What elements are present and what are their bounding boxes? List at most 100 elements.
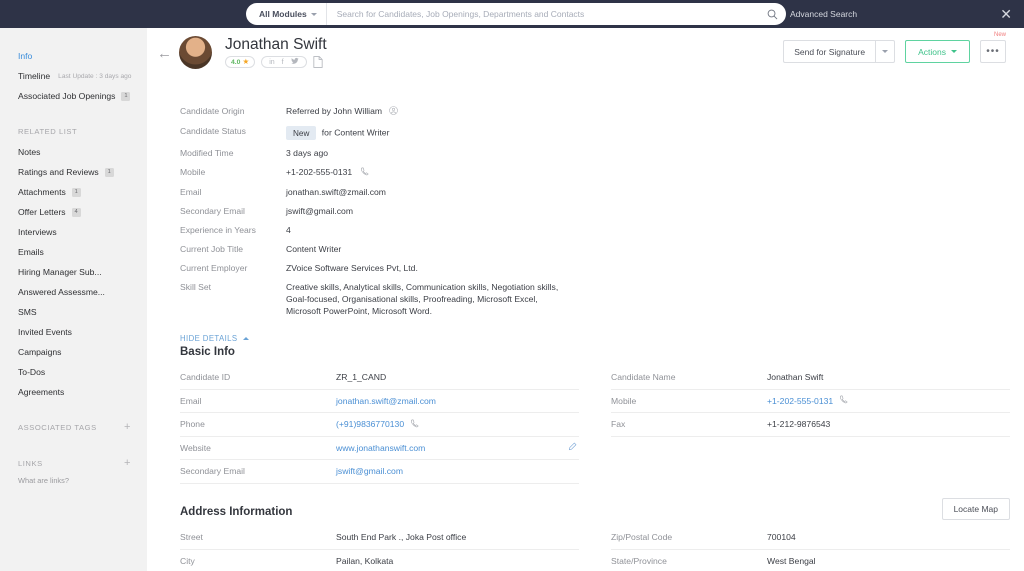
facebook-icon[interactable]: f (282, 59, 284, 66)
field-value: South End Park ., Joka Post office (336, 532, 466, 542)
detail-label: Candidate Status (180, 126, 286, 140)
field-value-website-link[interactable]: www.jonathanswift.com (336, 443, 425, 453)
send-for-signature-button[interactable]: Send for Signature (783, 40, 875, 63)
advanced-search-link[interactable]: Advanced Search (790, 0, 857, 28)
sidebar-item-sms[interactable]: SMS (0, 302, 147, 322)
origin-referrer: by John William (322, 106, 382, 116)
page-title: Jonathan Swift (225, 36, 327, 54)
field-row-phone: Phone (+91)9836770130 (180, 413, 579, 437)
field-row-fax: Fax +1-212-9876543 (611, 413, 1010, 437)
send-for-signature-dropdown-toggle[interactable] (875, 40, 895, 63)
field-row-website: Website www.jonathanswift.com (180, 437, 579, 461)
sidebar-item-info[interactable]: Info (0, 46, 147, 66)
sidebar-item-timeline[interactable]: Timeline Last Update : 3 days ago (0, 66, 147, 86)
field-value-mobile-link[interactable]: +1-202-555-0131 (767, 396, 833, 406)
sidebar-item-label: Emails (18, 247, 44, 257)
field-value-email-link[interactable]: jonathan.swift@zmail.com (336, 396, 436, 406)
detail-row-candidate-origin: Candidate Origin Referred by John Willia… (180, 106, 600, 119)
sidebar-item-interviews[interactable]: Interviews (0, 222, 147, 242)
detail-row-experience-in-years: Experience in Years 4 (180, 225, 600, 237)
detail-row-current-job-title: Current Job Title Content Writer (180, 244, 600, 256)
sidebar-item-label: Invited Events (18, 327, 72, 337)
field-row-candidate-id: Candidate ID ZR_1_CAND (180, 366, 579, 390)
actions-button[interactable]: Actions (905, 40, 970, 63)
star-icon: ★ (242, 58, 249, 66)
detail-value: 4 (286, 225, 291, 237)
phone-icon[interactable] (839, 395, 848, 406)
chevron-down-icon (951, 50, 957, 53)
more-options-button[interactable]: ••• (980, 40, 1006, 63)
basic-info-left-column: Candidate ID ZR_1_CAND Email jonathan.sw… (180, 366, 579, 484)
address-left-column: Street South End Park ., Joka Post offic… (180, 526, 579, 571)
field-label: Email (180, 396, 336, 406)
field-label: Website (180, 443, 336, 453)
global-topbar: All Modules Advanced Search ✕ (0, 0, 1024, 28)
sidebar-item-to-dos[interactable]: To-Dos (0, 362, 147, 382)
search-input[interactable] (327, 9, 758, 19)
sidebar-item-campaigns[interactable]: Campaigns (0, 342, 147, 362)
detail-label: Current Job Title (180, 244, 286, 256)
phone-icon[interactable] (410, 419, 419, 430)
sidebar-item-associated-job-openings[interactable]: Associated Job Openings 1 (0, 86, 147, 106)
module-filter-dropdown[interactable]: All Modules (246, 3, 327, 25)
field-value: 700104 (767, 532, 796, 542)
locate-map-button[interactable]: Locate Map (942, 498, 1010, 520)
linkedin-icon[interactable]: in (269, 59, 274, 66)
sidebar-item-badge: 1 (105, 168, 114, 177)
rating-badge[interactable]: 4.0 ★ (225, 56, 255, 68)
address-info-grid: Street South End Park ., Joka Post offic… (180, 526, 1010, 571)
field-value: Jonathan Swift (767, 372, 823, 382)
sidebar-item-label: Ratings and Reviews (18, 167, 99, 177)
detail-label: Current Employer (180, 263, 286, 275)
address-right-column: Zip/Postal Code 700104 State/Province We… (611, 526, 1010, 571)
phone-icon[interactable] (360, 168, 369, 178)
status-badge[interactable]: New (286, 126, 316, 140)
sidebar-item-label: Interviews (18, 227, 57, 237)
search-icon[interactable] (758, 9, 786, 20)
sidebar-item-emails[interactable]: Emails (0, 242, 147, 262)
detail-label: Candidate Origin (180, 106, 286, 119)
edit-pencil-icon[interactable] (568, 442, 577, 453)
sidebar-item-agreements[interactable]: Agreements (0, 382, 147, 402)
sidebar-section-related-list: RELATED LIST (0, 120, 147, 142)
hide-details-toggle[interactable]: HIDE DETAILS (180, 334, 249, 343)
sidebar-item-label: Attachments (18, 187, 66, 197)
detail-row-modified-time: Modified Time 3 days ago (180, 148, 600, 160)
add-tag-plus-icon[interactable]: + (124, 422, 131, 433)
sidebar-item-ratings-and-reviews[interactable]: Ratings and Reviews 1 (0, 162, 147, 182)
detail-row-current-employer: Current Employer ZVoice Software Service… (180, 263, 600, 275)
sidebar-item-hiring-manager-submissions[interactable]: Hiring Manager Sub... (0, 262, 147, 282)
module-filter-label: All Modules (259, 9, 307, 19)
links-header: LINKS (18, 459, 43, 468)
detail-row-mobile: Mobile +1-202-555-0131 (180, 167, 600, 180)
basic-info-grid: Candidate ID ZR_1_CAND Email jonathan.sw… (180, 366, 1010, 484)
resume-document-icon[interactable] (313, 56, 323, 68)
field-label: Secondary Email (180, 466, 336, 476)
field-value-secondary-email-link[interactable]: jswift@gmail.com (336, 466, 403, 476)
detail-value: Content Writer (286, 244, 341, 256)
detail-label: Email (180, 187, 286, 199)
sidebar-item-offer-letters[interactable]: Offer Letters 4 (0, 202, 147, 222)
twitter-icon[interactable] (291, 57, 299, 67)
field-row-secondary-email: Secondary Email jswift@gmail.com (180, 460, 579, 484)
add-link-plus-icon[interactable]: + (124, 458, 131, 469)
back-arrow-icon[interactable]: ← (157, 46, 172, 61)
timeline-last-update: Last Update : 3 days ago (58, 73, 131, 80)
new-badge: New (994, 32, 1006, 38)
close-icon[interactable]: ✕ (1000, 0, 1012, 28)
sidebar-item-notes[interactable]: Notes (0, 142, 147, 162)
sidebar-item-answered-assessments[interactable]: Answered Assessme... (0, 282, 147, 302)
field-row-state-province: State/Province West Bengal (611, 550, 1010, 571)
field-value: West Bengal (767, 556, 816, 566)
field-row-mobile: Mobile +1-202-555-0131 (611, 390, 1010, 414)
referrer-user-icon[interactable] (389, 107, 398, 117)
sidebar-item-label: Hiring Manager Sub... (18, 267, 102, 277)
sidebar-item-badge: 4 (72, 208, 81, 217)
sidebar-item-invited-events[interactable]: Invited Events (0, 322, 147, 342)
chevron-down-icon (882, 50, 888, 53)
what-are-links-link[interactable]: What are links? (0, 476, 147, 485)
associated-tags-header: ASSOCIATED TAGS (18, 423, 97, 432)
detail-label: Skill Set (180, 282, 286, 317)
field-value-phone-link[interactable]: (+91)9836770130 (336, 419, 404, 429)
sidebar-item-attachments[interactable]: Attachments 1 (0, 182, 147, 202)
